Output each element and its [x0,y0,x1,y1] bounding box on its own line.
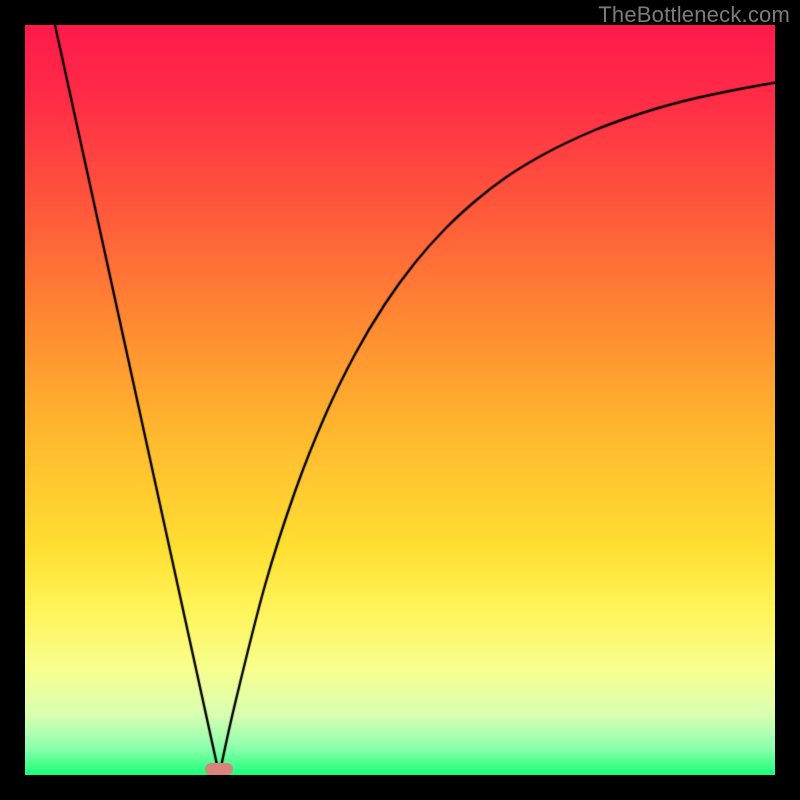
chart-frame: TheBottleneck.com [0,0,800,800]
bottleneck-curve [25,25,775,775]
plot-area [25,25,775,775]
watermark-text: TheBottleneck.com [598,2,790,28]
optimum-marker [205,763,233,775]
